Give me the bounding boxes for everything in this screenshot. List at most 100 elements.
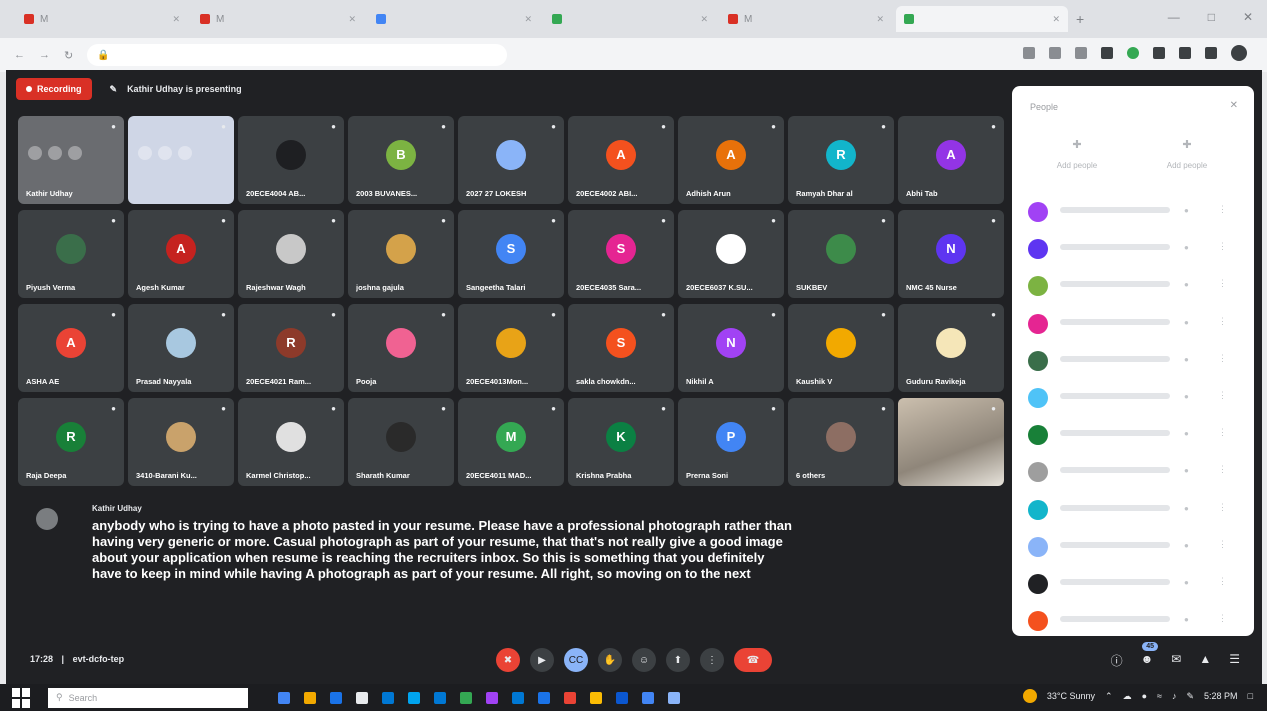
participant-tile[interactable]: M ● 20ECE4011 MAD... — [458, 398, 564, 486]
reload-icon[interactable]: ↻ — [64, 49, 73, 62]
taskbar-app-icon[interactable] — [408, 691, 420, 704]
participant-row[interactable]: ● ⋮ — [1026, 531, 1246, 568]
taskbar-app-icon[interactable] — [486, 691, 498, 704]
taskbar-app-icon[interactable] — [278, 691, 290, 704]
participant-row[interactable]: ● ⋮ — [1026, 196, 1246, 233]
participant-tile[interactable]: K ● Krishna Prabha — [568, 398, 674, 486]
mic-off-icon[interactable]: ● — [1184, 318, 1189, 327]
pen-icon[interactable]: ✎ — [1186, 691, 1194, 702]
participant-tile[interactable]: ● joshna gajula — [348, 210, 454, 298]
more-options-icon[interactable]: ⋮ — [1218, 390, 1227, 401]
activities-button[interactable]: ▲ — [1199, 652, 1211, 669]
mic-off-icon[interactable]: ● — [1184, 392, 1189, 401]
participant-tile[interactable]: R ● Ramyah Dhar al — [788, 116, 894, 204]
extension-icon[interactable] — [1049, 47, 1061, 59]
browser-tab[interactable]: ✕ — [368, 6, 540, 32]
participant-tile[interactable]: ● 6 others — [788, 398, 894, 486]
taskbar-app-icon[interactable] — [330, 691, 342, 704]
participant-tile[interactable]: ● 20ECE4004 AB... — [238, 116, 344, 204]
forward-icon[interactable]: → — [39, 49, 50, 61]
more-options-icon[interactable]: ⋮ — [1218, 464, 1227, 475]
more-button[interactable]: ⋮ — [700, 648, 724, 672]
participant-tile[interactable]: R ● 20ECE4021 Ram... — [238, 304, 344, 392]
chat-button[interactable]: ✉ — [1171, 652, 1181, 669]
taskbar-app-icon[interactable] — [460, 691, 472, 704]
taskbar-search-input[interactable]: ⚲ Search — [48, 687, 248, 708]
participant-row[interactable]: ● ⋮ — [1026, 345, 1246, 382]
close-icon[interactable]: ✕ — [348, 14, 356, 25]
participant-tile[interactable]: ● 2027 27 LOKESH — [458, 116, 564, 204]
participant-tile[interactable]: A ● 20ECE4002 ABI... — [568, 116, 674, 204]
mic-off-button[interactable]: ✖ — [496, 648, 520, 672]
extension-icon[interactable] — [1127, 47, 1139, 59]
participant-tile[interactable]: B ● 2003 BUVANES... — [348, 116, 454, 204]
participant-tile[interactable]: A ● Adhish Arun — [678, 116, 784, 204]
participant-tile[interactable]: ● Karmel Christop... — [238, 398, 344, 486]
mic-off-icon[interactable]: ● — [1184, 429, 1189, 438]
close-window-button[interactable]: ✕ — [1243, 10, 1253, 24]
cloud-icon[interactable]: ☁ — [1123, 691, 1132, 702]
taskbar-app-icon[interactable] — [356, 691, 368, 704]
participant-tile[interactable]: S ● Sangeetha Talari — [458, 210, 564, 298]
participant-tile[interactable]: N ● NMC 45 Nurse — [898, 210, 1004, 298]
captions-button[interactable]: CC — [564, 648, 588, 672]
volume-icon[interactable]: ♪ — [1172, 691, 1177, 701]
mic-off-icon[interactable]: ● — [1184, 541, 1189, 550]
browser-tab[interactable]: ✕ — [896, 6, 1068, 32]
participant-row[interactable]: ● ⋮ — [1026, 308, 1246, 345]
extension-icon[interactable] — [1075, 47, 1087, 59]
participant-tile[interactable]: ● Guduru Ravikeja — [898, 304, 1004, 392]
more-options-icon[interactable]: ⋮ — [1218, 427, 1227, 438]
participant-row[interactable]: ● ⋮ — [1026, 568, 1246, 605]
taskbar-app-icon[interactable] — [512, 691, 524, 704]
more-options-icon[interactable]: ⋮ — [1218, 241, 1227, 252]
extension-icon[interactable] — [1101, 47, 1113, 59]
participant-tile[interactable]: ● Pooja — [348, 304, 454, 392]
close-icon[interactable]: ✕ — [1052, 14, 1060, 25]
close-icon[interactable]: ✕ — [700, 14, 708, 25]
mic-off-icon[interactable]: ● — [1184, 280, 1189, 289]
participant-tile[interactable]: R ● Raja Deepa — [18, 398, 124, 486]
tile-control-icon[interactable] — [158, 146, 172, 160]
more-options-icon[interactable]: ⋮ — [1218, 204, 1227, 215]
host-controls-button[interactable]: ☰ — [1229, 652, 1240, 669]
participant-tile[interactable]: ● — [128, 116, 234, 204]
close-icon[interactable]: ✕ — [172, 14, 180, 25]
taskbar-app-icon[interactable] — [616, 691, 628, 704]
info-button[interactable]: ⓘ — [1111, 652, 1123, 669]
extension-icon[interactable] — [1179, 47, 1191, 59]
mic-off-icon[interactable]: ● — [1184, 355, 1189, 364]
panel-action[interactable]: ✚ Add people — [1032, 138, 1122, 170]
mic-off-icon[interactable]: ● — [1184, 466, 1189, 475]
participant-row[interactable]: ● ⋮ — [1026, 382, 1246, 419]
browser-tab[interactable]: M ✕ — [16, 6, 188, 32]
participant-tile[interactable]: ● Prasad Nayyala — [128, 304, 234, 392]
clock-text[interactable]: 5:28 PM — [1204, 691, 1238, 701]
browser-tab[interactable]: ✕ — [544, 6, 716, 32]
notification-icon[interactable]: □ — [1248, 691, 1253, 701]
tile-control-icon[interactable] — [48, 146, 62, 160]
tile-control-icon[interactable] — [28, 146, 42, 160]
chevron-up-icon[interactable]: ⌃ — [1105, 691, 1113, 702]
extension-icon[interactable] — [1153, 47, 1165, 59]
mic-off-icon[interactable]: ● — [1184, 504, 1189, 513]
url-input[interactable]: 🔒 — [87, 44, 508, 66]
taskbar-app-icon[interactable] — [564, 691, 576, 704]
present-button[interactable]: ⬆ — [666, 648, 690, 672]
start-button[interactable] — [12, 687, 32, 708]
participant-row[interactable]: ● ⋮ — [1026, 233, 1246, 270]
camera-button[interactable]: ▶ — [530, 648, 554, 672]
mic-icon[interactable]: ● — [1142, 691, 1147, 701]
browser-tab[interactable]: M ✕ — [720, 6, 892, 32]
participant-tile[interactable]: ● 3410-Barani Ku... — [128, 398, 234, 486]
new-tab-button[interactable]: + — [1076, 11, 1084, 27]
mic-off-icon[interactable]: ● — [1184, 615, 1189, 624]
more-options-icon[interactable]: ⋮ — [1218, 539, 1227, 550]
participant-tile[interactable]: P ● Prerna Soni — [678, 398, 784, 486]
participant-tile[interactable]: ● — [898, 398, 1004, 486]
back-icon[interactable]: ← — [14, 49, 25, 61]
maximize-button[interactable]: □ — [1208, 10, 1215, 24]
participant-tile[interactable]: S ● 20ECE4035 Sara... — [568, 210, 674, 298]
taskbar-app-icon[interactable] — [304, 691, 316, 704]
participant-row[interactable]: ● ⋮ — [1026, 494, 1246, 531]
